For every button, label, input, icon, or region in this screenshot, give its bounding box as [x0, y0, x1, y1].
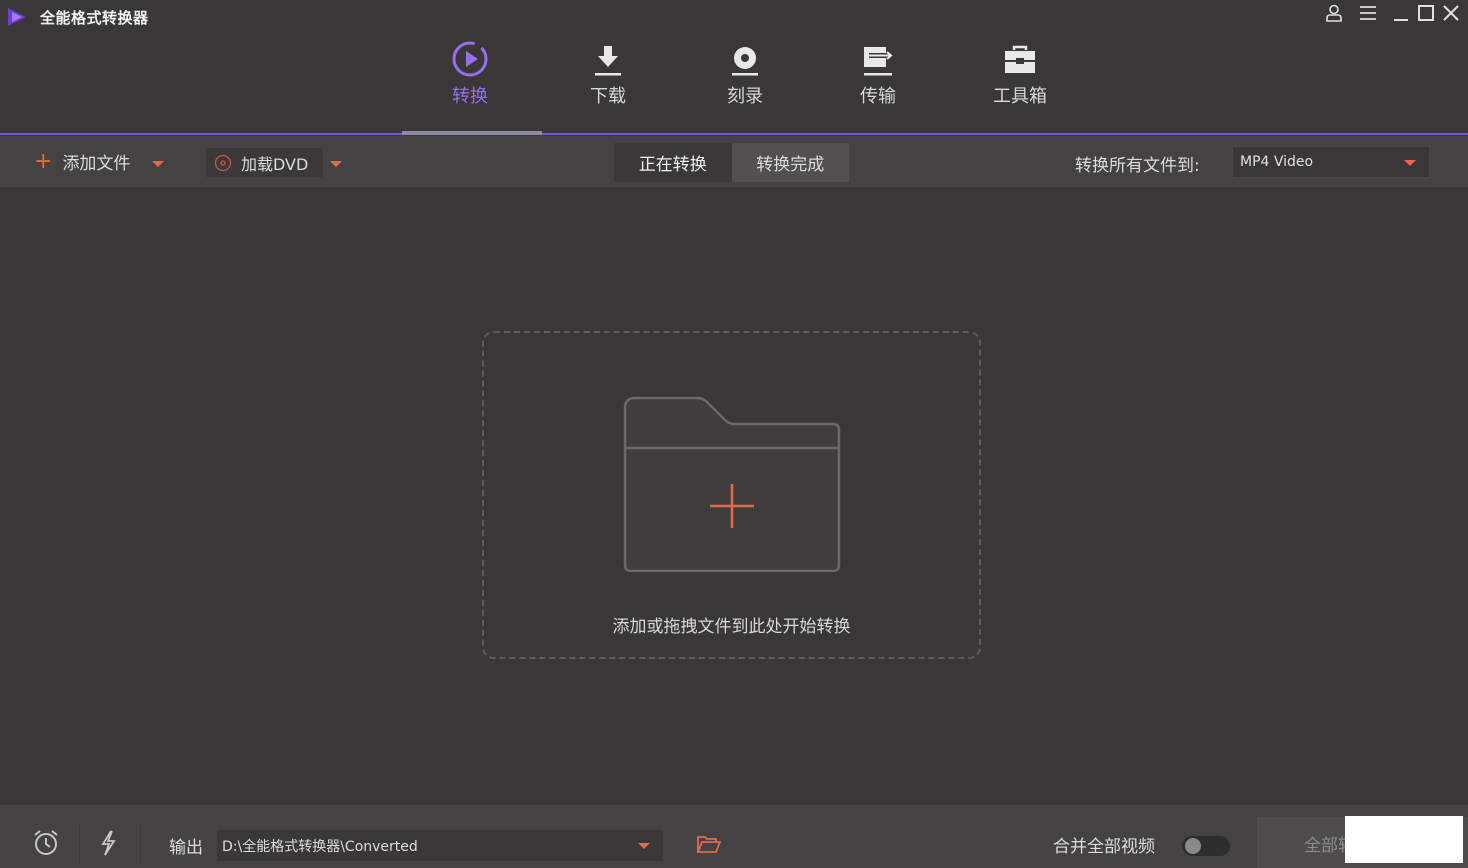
tab-download[interactable]: 下载	[548, 38, 668, 108]
overlay-patch	[1345, 816, 1463, 863]
tab-burn[interactable]: 刻录	[685, 38, 805, 108]
nav-divider	[0, 133, 1468, 135]
tab-converted[interactable]: 转换完成	[732, 143, 850, 182]
chevron-down-icon	[638, 843, 650, 849]
merge-videos-toggle[interactable]	[1182, 836, 1230, 856]
output-format-value: MP4 Video	[1240, 154, 1314, 170]
tab-download-label: 下载	[590, 86, 626, 107]
tab-transfer-label: 传输	[860, 86, 896, 107]
add-folder-icon[interactable]	[622, 396, 842, 572]
bottom-bar: 输出 D:\全能格式转换器\Converted 合并全部视频 全部转换	[0, 805, 1468, 868]
tab-burn-label: 刻录	[727, 86, 763, 107]
load-dvd-label: 加载DVD	[241, 154, 309, 174]
divider	[140, 825, 141, 865]
add-file-label: 添加文件	[62, 154, 131, 174]
output-path-select[interactable]: D:\全能格式转换器\Converted	[217, 830, 663, 861]
merge-all-videos-label: 合并全部视频	[1053, 837, 1155, 857]
toolbox-icon	[1000, 38, 1040, 78]
output-label: 输出	[169, 838, 203, 858]
tab-converting[interactable]: 正在转换	[614, 143, 732, 182]
main-nav: 转换 下载 刻录 传输 工具箱	[0, 0, 1468, 135]
convert-all-to-label: 转换所有文件到:	[1075, 156, 1200, 176]
load-dvd-button[interactable]: 加载DVD	[206, 148, 323, 177]
toggle-knob	[1185, 838, 1201, 854]
conversion-status-tabs: 正在转换 转换完成	[614, 143, 849, 182]
output-format-select[interactable]: MP4 Video	[1232, 146, 1430, 178]
add-file-button[interactable]: + 添加文件	[34, 149, 130, 174]
open-folder-icon[interactable]	[696, 833, 722, 855]
tab-convert[interactable]: 转换	[410, 38, 530, 108]
active-tab-indicator	[402, 131, 542, 135]
lightning-icon[interactable]	[94, 829, 122, 857]
alarm-clock-icon[interactable]	[32, 829, 60, 857]
toolbar: + 添加文件 加载DVD 正在转换 转换完成 转换所有文件到: MP4 Vide…	[0, 136, 1468, 187]
disc-icon	[725, 38, 765, 78]
dvd-icon	[214, 154, 232, 171]
load-dvd-dropdown-icon[interactable]	[330, 161, 342, 167]
output-path-value: D:\全能格式转换器\Converted	[222, 838, 418, 855]
tab-toolbox[interactable]: 工具箱	[960, 38, 1080, 108]
tab-transfer[interactable]: 传输	[818, 38, 938, 108]
add-file-dropdown-icon[interactable]	[152, 161, 164, 167]
tab-toolbox-label: 工具箱	[993, 86, 1047, 107]
play-circle-icon	[450, 38, 490, 78]
divider	[79, 825, 80, 865]
tab-convert-label: 转换	[452, 86, 488, 107]
chevron-down-icon	[1404, 160, 1416, 166]
download-icon	[588, 38, 628, 78]
plus-icon: +	[34, 148, 53, 174]
drop-hint-text: 添加或拖拽文件到此处开始转换	[612, 617, 851, 637]
transfer-icon	[858, 38, 898, 78]
